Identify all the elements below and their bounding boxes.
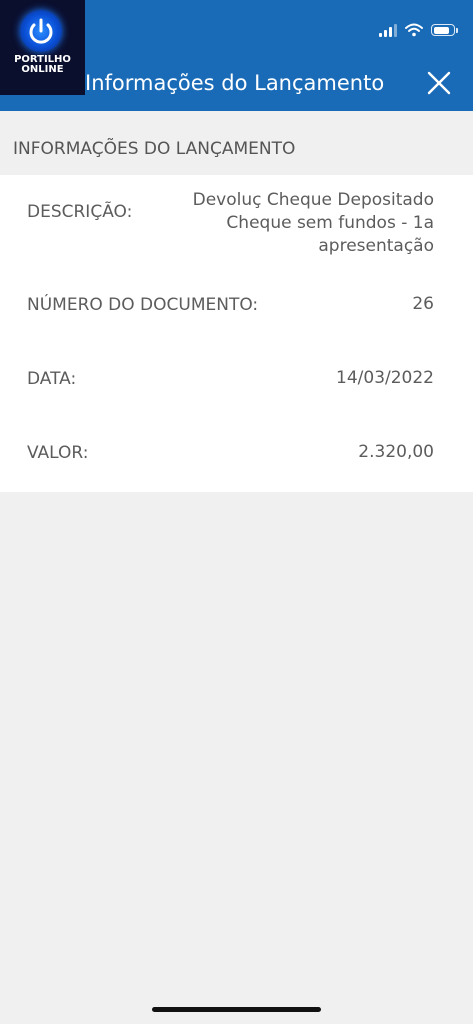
app-header: PORTILHO ONLINE Informações do Lançament… (0, 0, 473, 111)
status-bar (379, 20, 458, 40)
cellular-signal-icon (379, 23, 397, 37)
valor-label: VALOR: (27, 443, 89, 463)
descricao-value: Devoluç Cheque Depositado Cheque sem fun… (193, 189, 434, 258)
details-card: DESCRIÇÃO: Devoluç Cheque Depositado Che… (0, 175, 473, 492)
descricao-value-line2: Cheque sem fundos - 1a (226, 213, 434, 233)
section-heading: INFORMAÇÕES DO LANÇAMENTO (13, 139, 296, 159)
numero-documento-value: 26 (412, 294, 434, 314)
descricao-value-line3: apresentação (318, 236, 434, 256)
numero-documento-label: NÚMERO DO DOCUMENTO: (27, 295, 259, 315)
wifi-icon (405, 23, 423, 37)
valor-value: 2.320,00 (358, 442, 434, 462)
power-icon (20, 10, 62, 52)
page-title: Informações do Lançamento (85, 71, 385, 95)
data-value: 14/03/2022 (336, 368, 434, 388)
close-button[interactable] (422, 66, 456, 100)
portilho-online-logo: PORTILHO ONLINE (0, 0, 85, 95)
battery-icon (431, 24, 458, 36)
data-label: DATA: (27, 369, 77, 389)
descricao-value-line1: Devoluç Cheque Depositado (192, 190, 434, 210)
logo-text-line2: ONLINE (21, 64, 64, 75)
home-indicator[interactable] (152, 1007, 321, 1012)
descricao-label: DESCRIÇÃO: (27, 202, 133, 222)
close-icon (427, 71, 451, 95)
